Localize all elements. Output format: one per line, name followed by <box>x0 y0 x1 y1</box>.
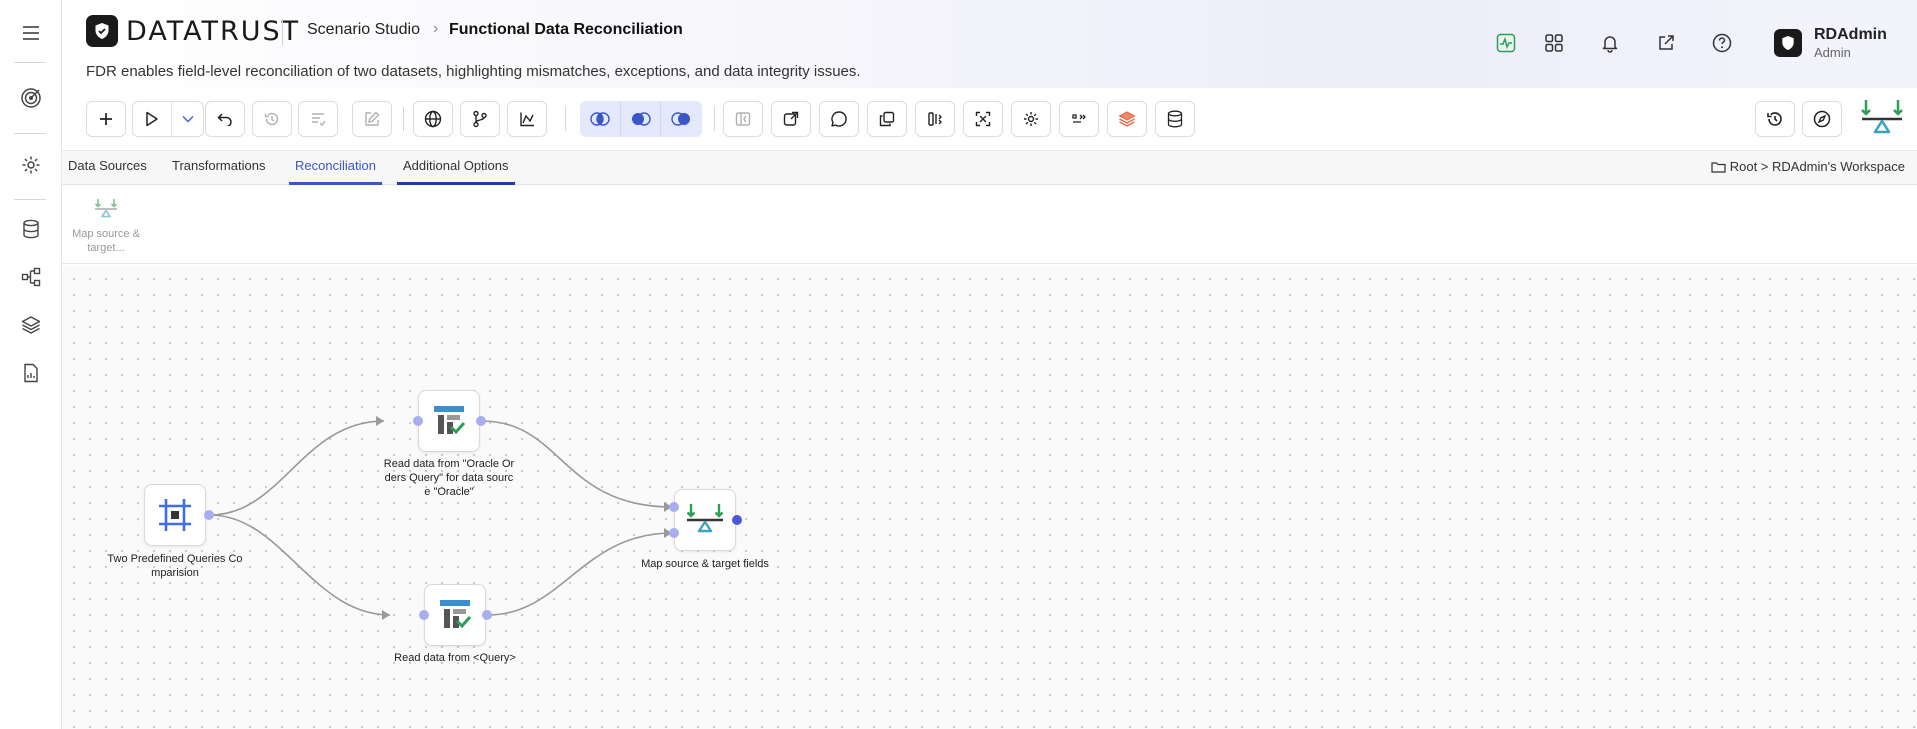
node-label: Map source & target fields <box>641 558 769 570</box>
compass-button[interactable] <box>1802 101 1842 137</box>
rail-divider <box>14 133 46 134</box>
edit-button[interactable] <box>352 101 392 137</box>
node-palette: Map source & target... <box>62 186 1917 264</box>
external-link-icon[interactable] <box>1655 32 1677 54</box>
read-table-icon <box>434 406 466 435</box>
toolbar-divider <box>565 107 566 131</box>
join-left-icon[interactable] <box>620 101 660 137</box>
history-button[interactable] <box>252 101 292 137</box>
chart-button[interactable] <box>507 101 547 137</box>
globe-button[interactable] <box>413 101 453 137</box>
layers-icon[interactable] <box>19 313 43 337</box>
palette-item-label: Map source & target... <box>72 228 140 254</box>
toolbar-divider <box>403 107 404 131</box>
collapse-button[interactable] <box>723 101 763 137</box>
node-input-port[interactable] <box>413 416 423 426</box>
node-output-port[interactable] <box>482 610 492 620</box>
connections-layer <box>209 416 673 620</box>
workspace-breadcrumb[interactable]: Root > RDAdmin's Workspace <box>1711 159 1905 174</box>
database-button[interactable] <box>1155 101 1195 137</box>
settings-button[interactable] <box>1011 101 1051 137</box>
open-external-button[interactable] <box>771 101 811 137</box>
workflow-icon[interactable] <box>19 265 43 289</box>
node-output-port[interactable] <box>476 416 486 426</box>
edge-n1-n2 <box>209 420 385 516</box>
node-input-port[interactable] <box>669 502 679 512</box>
node-input-port[interactable] <box>419 610 429 620</box>
branch-button[interactable] <box>460 101 500 137</box>
join-type-group <box>580 101 702 137</box>
help-icon[interactable] <box>1711 32 1733 54</box>
node-label: Two Predefined Queries Co mparision <box>107 553 243 579</box>
tab-transformations[interactable]: Transformations <box>172 158 265 182</box>
key-value-button[interactable] <box>1059 101 1099 137</box>
app-header: DATATRUST Scenario Studio › Functional D… <box>62 0 1917 88</box>
brand-logo[interactable]: DATATRUST <box>86 15 300 47</box>
gear-icon[interactable] <box>19 153 43 177</box>
read-table-icon <box>440 600 472 629</box>
version-history-button[interactable] <box>1755 101 1795 137</box>
rail-divider <box>14 62 46 63</box>
page-title: Functional Data Reconciliation <box>449 21 683 38</box>
tab-data-sources[interactable]: Data Sources <box>68 158 147 182</box>
grid-frame-icon <box>159 499 191 531</box>
avatar <box>1774 29 1802 57</box>
copy-button[interactable] <box>867 101 907 137</box>
user-name: RDAdmin <box>1814 26 1887 43</box>
database-icon[interactable] <box>19 217 43 241</box>
reconcile-scale-icon[interactable] <box>1860 98 1904 142</box>
brand-name: DATATRUST <box>126 15 301 47</box>
tab-additional-options[interactable]: Additional Options <box>397 158 515 185</box>
hamburger-menu-icon[interactable] <box>19 21 43 45</box>
workflow-node-read-oracle[interactable] <box>418 390 480 452</box>
node-output-port[interactable] <box>732 515 742 525</box>
run-split-button[interactable] <box>132 101 204 137</box>
chevron-right-icon: › <box>433 20 439 37</box>
page-description: FDR enables field-level reconciliation o… <box>86 63 861 80</box>
activity-monitor-icon[interactable] <box>1495 32 1517 54</box>
join-right-icon[interactable] <box>660 101 700 137</box>
shield-logo-icon <box>86 15 118 47</box>
workspace-path: Root > RDAdmin's Workspace <box>1729 159 1905 174</box>
user-role: Admin <box>1814 45 1851 60</box>
toolbar-divider <box>714 107 715 131</box>
rail-divider <box>14 199 46 200</box>
add-button[interactable] <box>86 101 126 137</box>
stack-layers-button[interactable] <box>1107 101 1147 137</box>
tab-bar: Data Sources Transformations Reconciliat… <box>62 150 1917 185</box>
workflow-canvas[interactable]: Two Predefined Queries Co mparision Read… <box>62 265 1917 729</box>
edge-n3-n4 <box>487 532 673 616</box>
report-icon[interactable] <box>19 361 43 385</box>
chevron-down-icon[interactable] <box>172 102 203 136</box>
comment-button[interactable] <box>819 101 859 137</box>
workflow-node-map-fields[interactable] <box>674 489 736 551</box>
tab-reconciliation[interactable]: Reconciliation <box>289 158 382 185</box>
folder-icon <box>1711 161 1726 173</box>
toolbar <box>62 88 1917 150</box>
scale-map-icon <box>686 504 724 533</box>
fit-view-button[interactable] <box>963 101 1003 137</box>
bell-icon[interactable] <box>1599 32 1621 54</box>
header-divider <box>282 19 283 45</box>
workflow-node-comparison[interactable] <box>144 484 206 546</box>
apps-grid-icon[interactable] <box>1543 32 1565 54</box>
workflow-node-read-query[interactable] <box>424 584 486 646</box>
node-label: Read data from "Oracle Or ders Query" fo… <box>383 458 515 498</box>
left-rail <box>0 0 62 729</box>
scale-map-icon <box>94 199 118 218</box>
node-input-port[interactable] <box>669 528 679 538</box>
align-button[interactable] <box>915 101 955 137</box>
target-icon[interactable] <box>19 86 43 110</box>
node-label: Read data from <Query> <box>394 652 516 664</box>
validate-button[interactable] <box>298 101 338 137</box>
user-menu[interactable]: RDAdmin Admin <box>1774 26 1887 60</box>
undo-button[interactable] <box>205 101 245 137</box>
palette-item-map-source-target[interactable]: Map source & target... <box>70 198 142 255</box>
play-icon[interactable] <box>133 102 173 136</box>
breadcrumb-root[interactable]: Scenario Studio <box>307 21 420 39</box>
join-inner-icon[interactable] <box>580 101 620 137</box>
node-output-port[interactable] <box>204 510 214 520</box>
